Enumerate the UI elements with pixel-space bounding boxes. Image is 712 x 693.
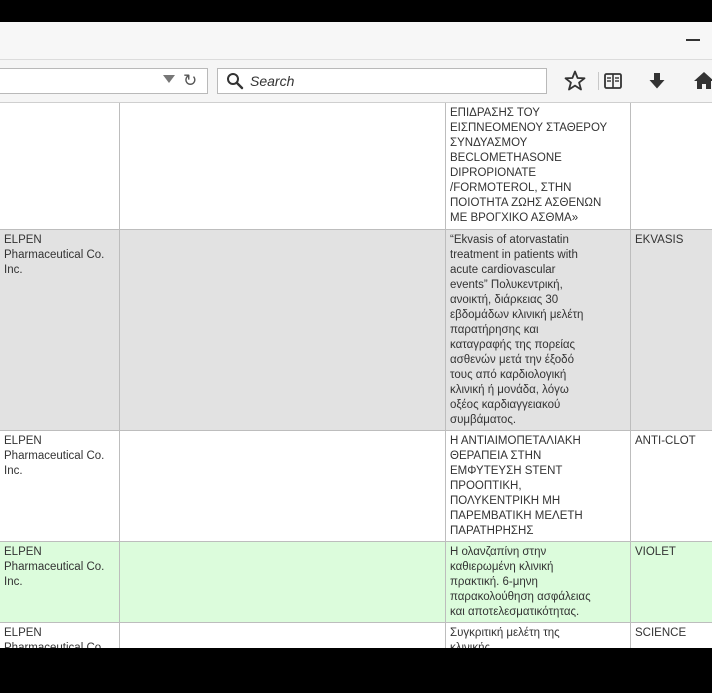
- empty-cell: [119, 541, 446, 623]
- screen-top-border: [0, 0, 712, 22]
- reload-icon[interactable]: ↻: [183, 71, 197, 91]
- study-title-cell: “Ekvasis of atorvastatin treatment in pa…: [445, 229, 631, 431]
- studies-table: ΕΠΙΔΡΑΣΗΣ ΤΟΥ ΕΙΣΠΝΕΟΜΕΝΟΥ ΣΤΑΘΕΡΟΥ ΣΥΝΔ…: [0, 103, 712, 648]
- study-title-cell: Η ολανζαπίνη στην καθιερωμένη κλινική πρ…: [445, 541, 631, 623]
- home-icon[interactable]: [692, 69, 712, 93]
- magnifier-icon: [227, 73, 244, 90]
- sponsor-cell: ELPEN Pharmaceutical Co. Inc.: [0, 430, 120, 542]
- study-code-cell: [630, 103, 712, 230]
- study-code-cell: VIOLET: [630, 541, 712, 623]
- study-title-cell: ΕΠΙΔΡΑΣΗΣ ΤΟΥ ΕΙΣΠΝΕΟΜΕΝΟΥ ΣΤΑΘΕΡΟΥ ΣΥΝΔ…: [445, 103, 631, 230]
- toolbar-separator: [598, 72, 599, 90]
- table-row: ELPEN Pharmaceutical Co. Inc. Η ΑΝΤΙΑΙΜΟ…: [0, 430, 712, 542]
- sponsor-cell: [0, 103, 120, 230]
- navigation-toolbar: ↻ Search: [0, 60, 712, 103]
- download-arrow-icon[interactable]: [645, 69, 669, 93]
- empty-cell: [119, 229, 446, 431]
- table-row: ΕΠΙΔΡΑΣΗΣ ΤΟΥ ΕΙΣΠΝΕΟΜΕΝΟΥ ΣΤΑΘΕΡΟΥ ΣΥΝΔ…: [0, 103, 712, 230]
- study-title-cell: Η ΑΝΤΙΑΙΜΟΠΕΤΑΛΙΑΚΗ ΘΕΡΑΠΕΙΑ ΣΤΗΝ ΕΜΦΥΤΕ…: [445, 430, 631, 542]
- study-code-cell: SCIENCE: [630, 622, 712, 648]
- star-icon[interactable]: [563, 69, 587, 93]
- search-placeholder: Search: [250, 73, 295, 89]
- url-bar[interactable]: ↻: [0, 68, 208, 94]
- table-row: ELPEN Pharmaceutical Co. Συγκριτική μελέ…: [0, 622, 712, 648]
- browser-window: ↻ Search ΕΠΙΔΡΑΣΗΣ ΤΟΥ ΕΙΣΠΝΕΟΜΕΝΟΥ ΣΤΑΘ…: [0, 22, 712, 648]
- sponsor-cell: ELPEN Pharmaceutical Co. Inc.: [0, 541, 120, 623]
- title-bar: [0, 22, 712, 60]
- empty-cell: [119, 430, 446, 542]
- history-dropdown-icon[interactable]: [163, 75, 175, 83]
- minimize-button[interactable]: [686, 39, 700, 41]
- sponsor-cell: ELPEN Pharmaceutical Co. Inc.: [0, 229, 120, 431]
- sponsor-cell: ELPEN Pharmaceutical Co.: [0, 622, 120, 648]
- study-code-cell: ANTI-CLOT: [630, 430, 712, 542]
- search-bar[interactable]: Search: [217, 68, 547, 94]
- study-code-cell: EKVASIS: [630, 229, 712, 431]
- reading-list-icon[interactable]: [601, 69, 625, 93]
- screen-bottom-border: [0, 648, 712, 693]
- empty-cell: [119, 103, 446, 230]
- study-title-cell: Συγκριτική μελέτη της κλινικής: [445, 622, 631, 648]
- empty-cell: [119, 622, 446, 648]
- table-row: ELPEN Pharmaceutical Co. Inc. “Ekvasis o…: [0, 229, 712, 431]
- table-row: ELPEN Pharmaceutical Co. Inc. Η ολανζαπί…: [0, 541, 712, 623]
- page-content: ΕΠΙΔΡΑΣΗΣ ΤΟΥ ΕΙΣΠΝΕΟΜΕΝΟΥ ΣΤΑΘΕΡΟΥ ΣΥΝΔ…: [0, 103, 712, 648]
